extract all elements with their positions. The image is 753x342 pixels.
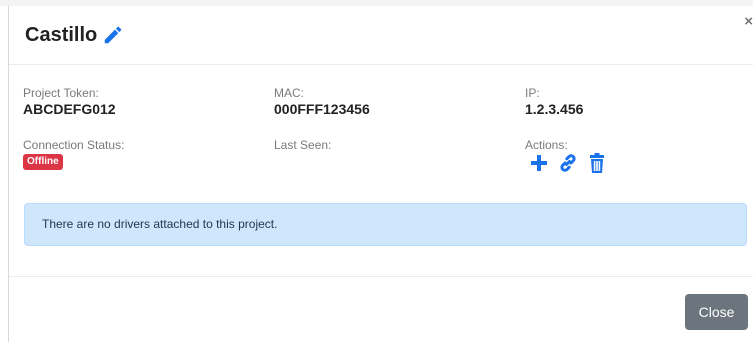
ip-label: IP: <box>525 86 540 100</box>
alert-message: There are no drivers attached to this pr… <box>42 217 278 231</box>
modal-footer: Close <box>9 276 753 342</box>
connection-status-label: Connection Status: <box>23 138 125 152</box>
project-modal: Castillo × Project Token: ABCDEFG012 MAC… <box>8 6 753 342</box>
modal-header: Castillo × <box>9 6 753 65</box>
no-drivers-alert: There are no drivers attached to this pr… <box>24 203 747 246</box>
actions-label: Actions: <box>525 138 568 152</box>
modal-title: Castillo <box>25 24 98 46</box>
trash-icon[interactable] <box>586 152 608 174</box>
link-icon[interactable] <box>557 152 579 174</box>
project-token-value: ABCDEFG012 <box>23 101 116 117</box>
close-button[interactable]: Close <box>685 294 748 330</box>
status-badge: Offline <box>23 154 63 170</box>
page: Castillo × Project Token: ABCDEFG012 MAC… <box>0 0 753 342</box>
pencil-icon[interactable] <box>102 24 124 46</box>
last-seen-label: Last Seen: <box>274 138 332 152</box>
ip-value: 1.2.3.456 <box>525 101 584 117</box>
mac-label: MAC: <box>274 86 304 100</box>
plus-icon[interactable] <box>528 152 550 174</box>
mac-value: 000FFF123456 <box>274 101 370 117</box>
project-token-label: Project Token: <box>23 86 99 100</box>
close-icon[interactable]: × <box>744 14 753 29</box>
